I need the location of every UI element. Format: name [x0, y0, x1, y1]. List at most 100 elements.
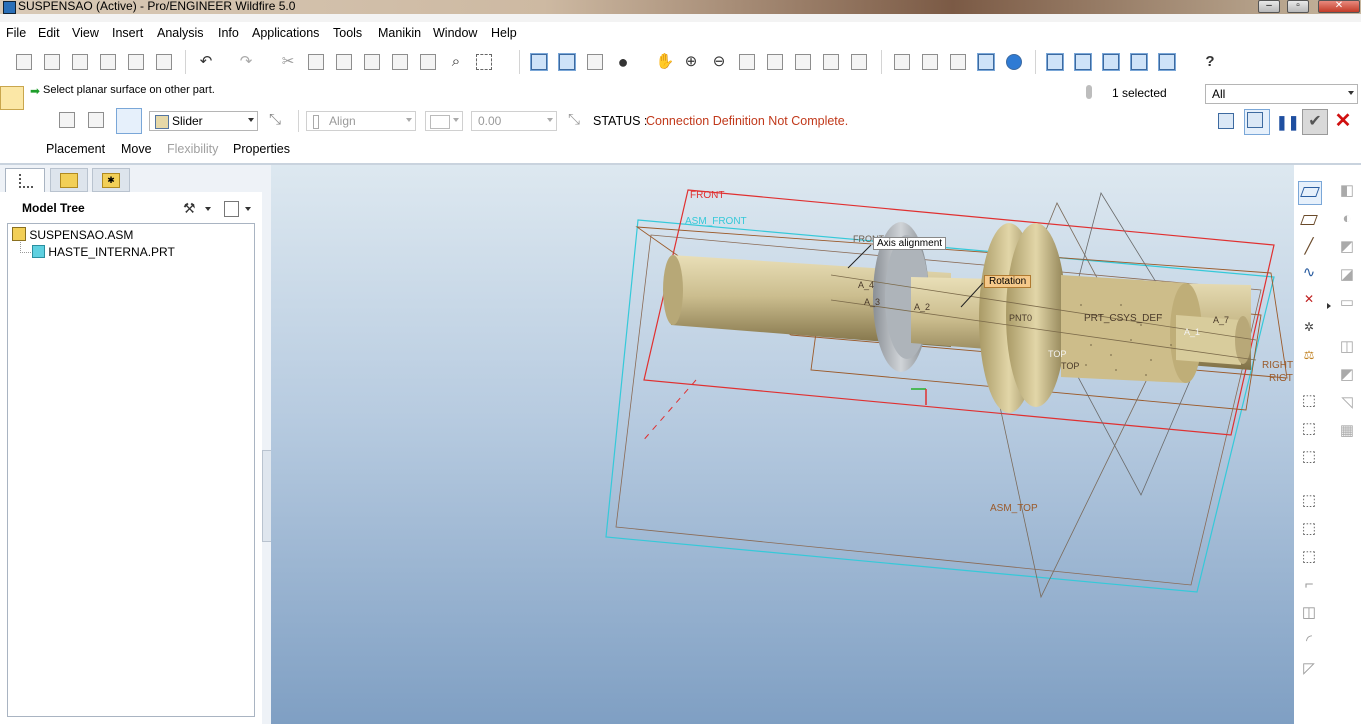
component-tool-button[interactable]: ⬚	[1300, 391, 1318, 411]
regen-manager-button[interactable]	[418, 52, 438, 72]
accept-button[interactable]: ✔	[1302, 109, 1328, 135]
pan-button[interactable]: ✋	[655, 52, 675, 72]
spin-center-button[interactable]	[557, 52, 577, 72]
enhanced-realism-button[interactable]	[1004, 52, 1024, 72]
offset-type-dropdown[interactable]	[425, 111, 463, 131]
rotation-tag[interactable]: Rotation	[984, 275, 1032, 288]
paste-special-button[interactable]	[362, 52, 382, 72]
open-file-button[interactable]	[42, 52, 62, 72]
print-preview-button[interactable]	[126, 52, 146, 72]
point-tool-button[interactable]: ✕	[1300, 289, 1318, 309]
repeat-button[interactable]: ⬚	[1300, 491, 1318, 511]
analysis-tool-button[interactable]: ⚖	[1300, 345, 1318, 365]
pattern-button[interactable]: ⬚	[1300, 519, 1318, 539]
sweep-button[interactable]: ◩	[1338, 237, 1356, 257]
connection-type-dropdown[interactable]: Slider	[149, 111, 258, 131]
new-file-button[interactable]	[14, 52, 34, 72]
user-defined-button[interactable]	[57, 110, 77, 130]
paste-button[interactable]	[334, 52, 354, 72]
menu-info[interactable]: Info	[218, 26, 239, 40]
tab-placement[interactable]: Placement	[46, 142, 105, 156]
flip-constraint-button[interactable]: ⤡	[563, 110, 585, 130]
find-button[interactable]: ⌕	[446, 52, 466, 72]
selection-filter-dropdown[interactable]: All	[1205, 84, 1358, 104]
no-hidden-button[interactable]	[948, 52, 968, 72]
menu-window[interactable]: Window	[433, 26, 477, 40]
menu-applications[interactable]: Applications	[252, 26, 319, 40]
blend-button[interactable]: ◪	[1338, 265, 1356, 285]
undo-button[interactable]: ↶	[196, 52, 216, 72]
pause-button[interactable]: ❚❚	[1276, 111, 1299, 133]
menu-insert[interactable]: Insert	[112, 26, 143, 40]
plane-tool-button[interactable]	[1300, 211, 1318, 229]
wireframe-button[interactable]	[892, 52, 912, 72]
grid-button[interactable]: ▦	[1338, 421, 1356, 441]
assembly-window-button[interactable]	[1244, 109, 1270, 135]
model-tree-show-button[interactable]	[222, 200, 252, 218]
flip-button[interactable]: ⤡	[264, 110, 286, 130]
select-box-button[interactable]	[474, 52, 494, 72]
datum-points-toggle[interactable]	[1101, 52, 1121, 72]
panel-splitter[interactable]	[262, 345, 271, 445]
placement-toggle[interactable]	[116, 108, 142, 134]
rib-button[interactable]: ◫	[1338, 337, 1356, 357]
create-component-button[interactable]: ⬚	[1300, 419, 1318, 439]
datum-axes-toggle[interactable]	[1073, 52, 1093, 72]
shaded-button[interactable]	[976, 52, 996, 72]
offset-value-field[interactable]: 0.00	[471, 111, 557, 131]
layers-button[interactable]	[821, 52, 841, 72]
maximize-button[interactable]: ▫	[1287, 0, 1309, 13]
redo-button[interactable]: ↷	[236, 52, 256, 72]
cut-out-button[interactable]: ⌐	[1300, 575, 1318, 595]
chamfer-button[interactable]: ◸	[1300, 659, 1318, 679]
tab-move[interactable]: Move	[121, 142, 152, 156]
tab-flexibility[interactable]: Flexibility	[167, 142, 218, 156]
save-button[interactable]	[70, 52, 90, 72]
zoom-out-button[interactable]: ⊖	[709, 52, 729, 72]
menu-manikin[interactable]: Manikin	[378, 26, 421, 40]
merge-button[interactable]: ⬚	[1300, 547, 1318, 567]
revolve-button[interactable]: ◐	[1338, 209, 1356, 229]
extrude-button[interactable]: ◧	[1338, 181, 1356, 201]
cut-button[interactable]: ✂	[278, 52, 298, 72]
menu-edit[interactable]: Edit	[38, 26, 60, 40]
axis-alignment-tag[interactable]: Axis alignment	[873, 237, 947, 250]
axis-tool-button[interactable]: ╱	[1300, 237, 1318, 257]
csys-toggle[interactable]	[1129, 52, 1149, 72]
datum-plane-tool-button[interactable]	[1298, 181, 1322, 205]
annotations-toggle[interactable]	[1157, 52, 1177, 72]
csys-tool-button[interactable]: ✲	[1300, 317, 1318, 337]
datum-planes-toggle[interactable]	[1045, 52, 1065, 72]
quick-print-button[interactable]	[154, 52, 174, 72]
menu-tools[interactable]: Tools	[333, 26, 362, 40]
zoom-in-button[interactable]: ⊕	[681, 52, 701, 72]
tab-favorites[interactable]: ✱	[92, 168, 130, 192]
minimize-button[interactable]: –	[1258, 0, 1280, 13]
constraint-type-dropdown[interactable]: Align	[306, 111, 416, 131]
tab-properties[interactable]: Properties	[233, 142, 290, 156]
tab-folder-browser[interactable]	[50, 168, 88, 192]
tab-model-tree[interactable]	[5, 168, 45, 193]
orient-mode-button[interactable]	[585, 52, 605, 72]
print-button[interactable]	[98, 52, 118, 72]
tree-item-assembly[interactable]: SUSPENSAO.ASM	[12, 227, 133, 242]
view-manager-button[interactable]	[849, 52, 869, 72]
shading-button[interactable]: ●	[613, 52, 633, 72]
close-window-button[interactable]: ✕	[1318, 0, 1360, 13]
hidden-line-button[interactable]	[920, 52, 940, 72]
curve-tool-button[interactable]: ∿	[1300, 263, 1318, 283]
refit-button[interactable]	[737, 52, 757, 72]
separate-window-button[interactable]	[1216, 111, 1236, 131]
cancel-button[interactable]: ✕	[1332, 110, 1354, 132]
shell-button[interactable]: ▭	[1338, 293, 1356, 313]
graphics-window[interactable]: FRONT ASM_FRONT ASM_TOP FRONT A_4 A_3 A_…	[271, 165, 1294, 724]
mechanism-connection-button[interactable]	[86, 110, 106, 130]
model-tree-settings-button[interactable]: ⚒	[183, 200, 211, 218]
menu-analysis[interactable]: Analysis	[157, 26, 204, 40]
filter-funnel-icon[interactable]	[1081, 83, 1097, 103]
hole-button[interactable]: ◫	[1300, 603, 1318, 623]
copy-button[interactable]	[306, 52, 326, 72]
assembly-tool-button[interactable]: ⬚	[1300, 447, 1318, 467]
menu-file[interactable]: File	[6, 26, 26, 40]
help-context-button[interactable]: ?	[1200, 52, 1220, 72]
